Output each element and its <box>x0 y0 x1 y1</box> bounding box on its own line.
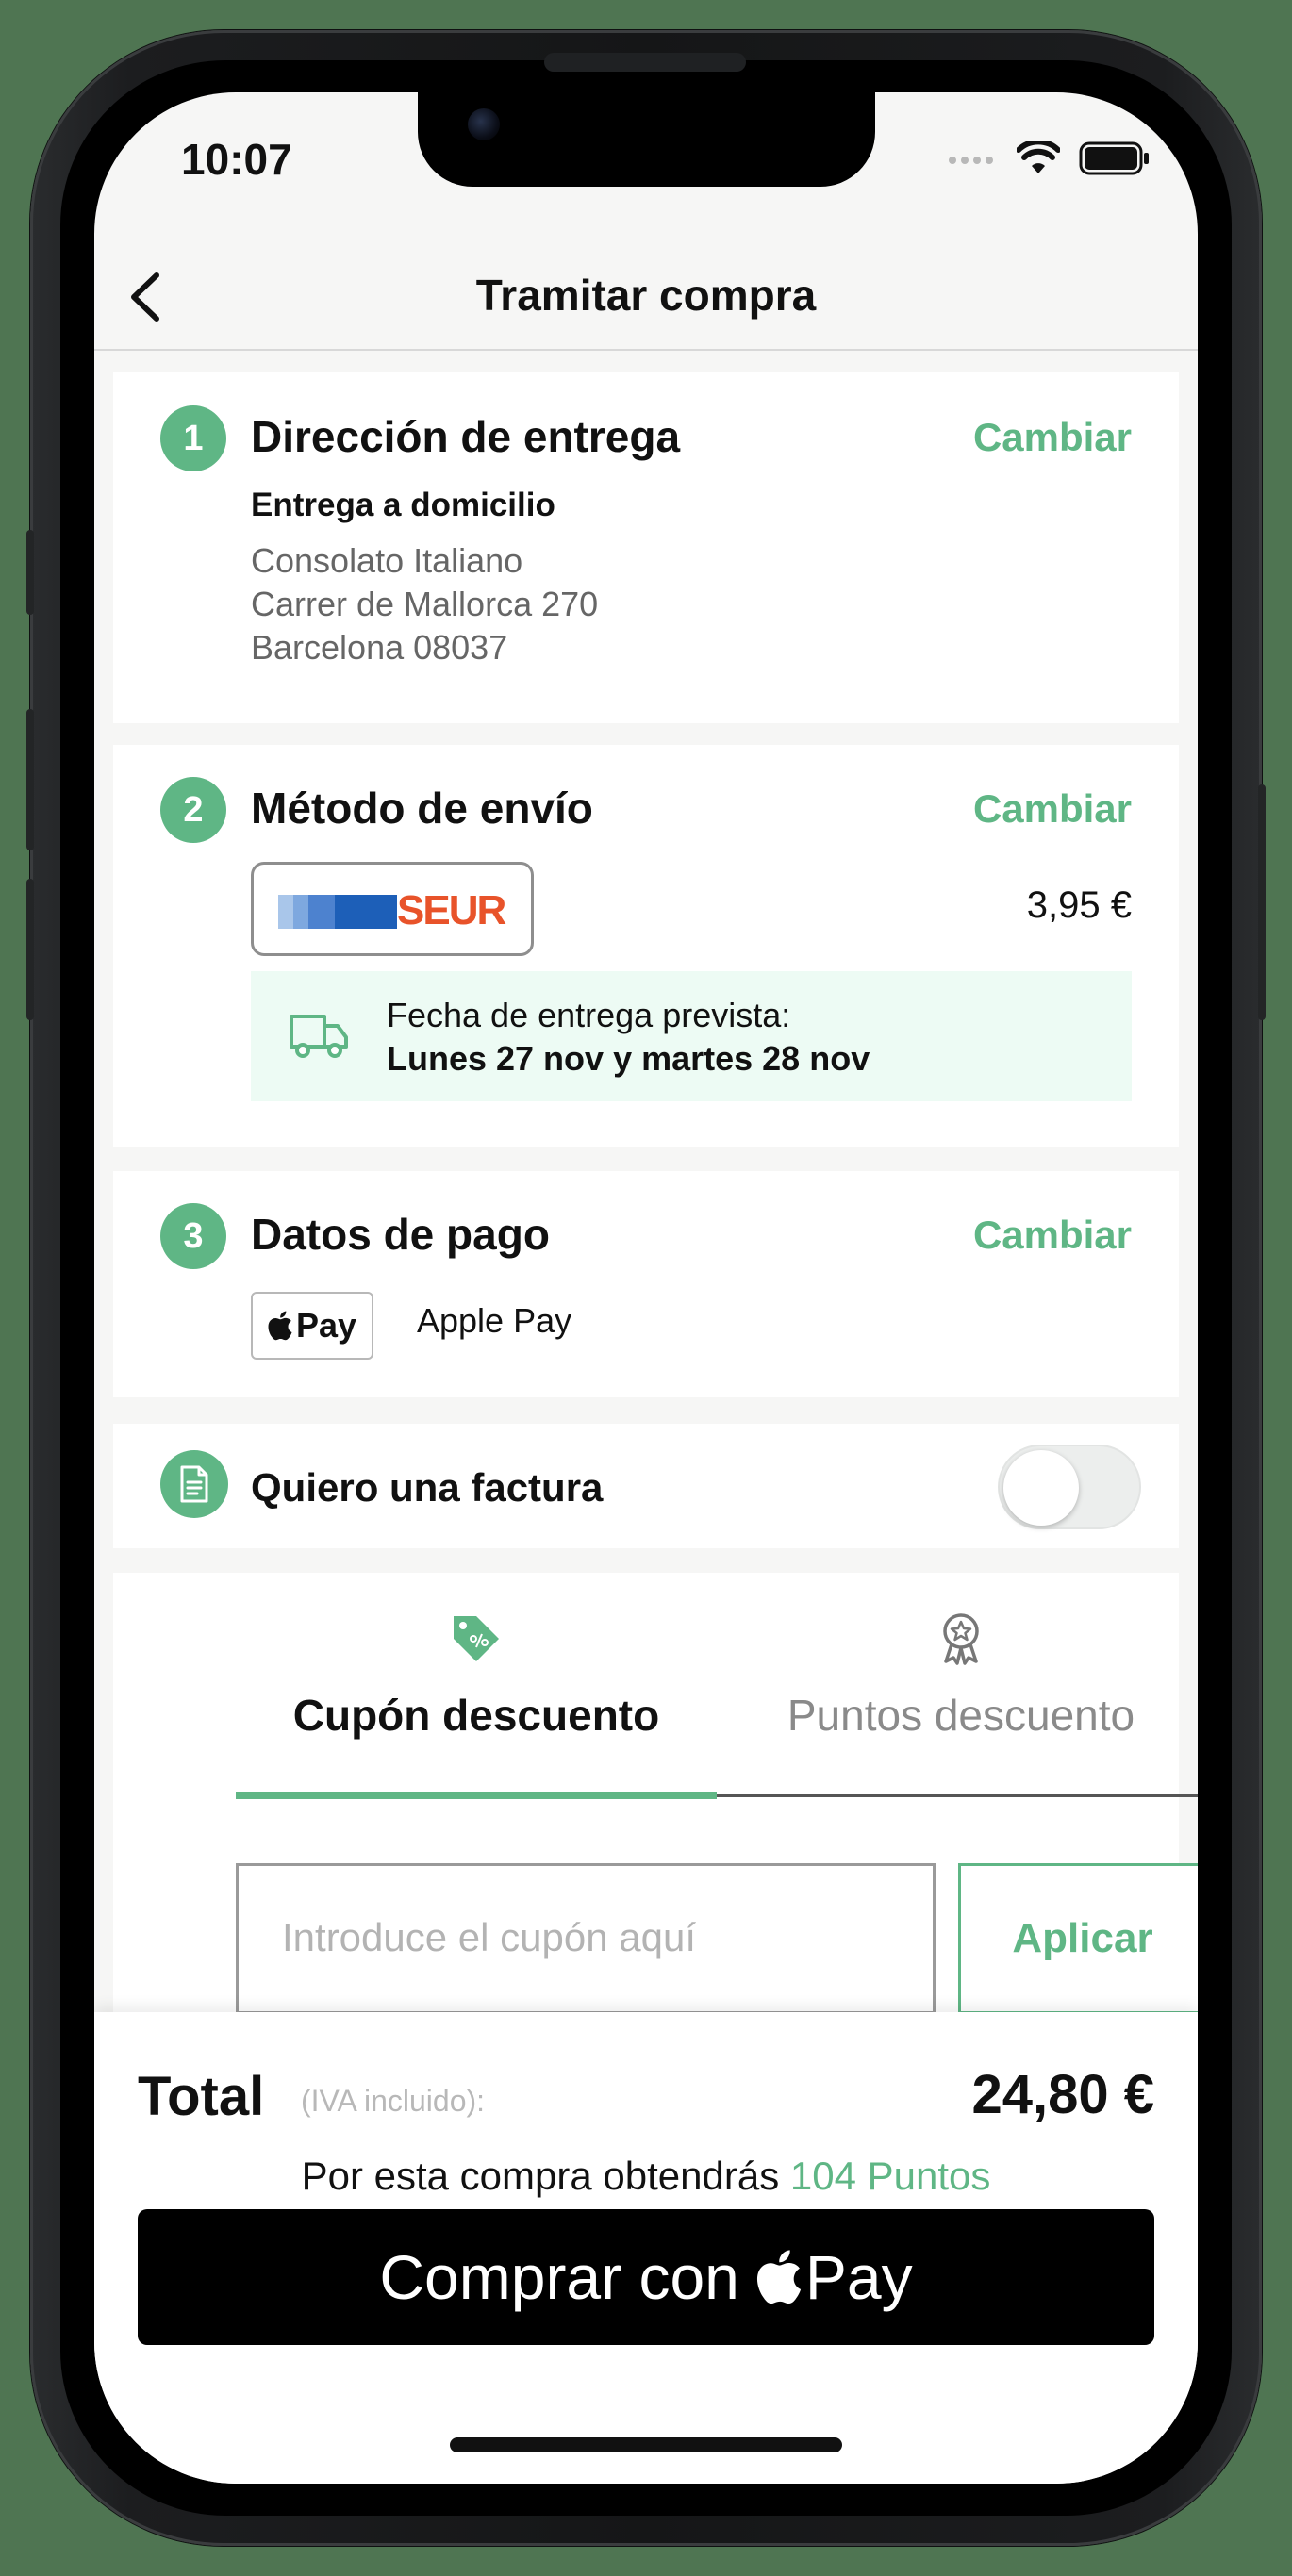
address-line: Barcelona 08037 <box>251 628 508 667</box>
coupon-input[interactable]: Introduce el cupón aquí <box>236 1863 936 2014</box>
battery-icon <box>1079 141 1149 175</box>
volume-down-button <box>26 879 34 1020</box>
total-label: Total <box>138 2066 265 2127</box>
apply-coupon-button[interactable]: Aplicar <box>958 1863 1198 2014</box>
invoice-card: Quiero una factura <box>113 1424 1179 1548</box>
payment-method-name: Apple Pay <box>417 1301 572 1340</box>
change-shipping-link[interactable]: Cambiar <box>973 786 1132 832</box>
change-address-link[interactable]: Cambiar <box>973 415 1132 460</box>
section-title: Datos de pago <box>251 1210 550 1259</box>
buy-with-apple-pay-button[interactable]: Comprar con Pay <box>138 2209 1154 2345</box>
section-title: Dirección de entrega <box>251 412 681 461</box>
tab-label: Cupón descuento <box>292 1691 660 1740</box>
active-tab-indicator <box>236 1792 717 1799</box>
invoice-toggle[interactable] <box>998 1445 1141 1529</box>
apple-logo-icon <box>268 1311 292 1341</box>
buy-button-label: Comprar con <box>379 2242 739 2312</box>
notch <box>418 92 875 187</box>
status-time: 10:07 <box>181 135 292 184</box>
tax-note: (IVA incluido): <box>301 2084 486 2118</box>
document-icon <box>160 1450 228 1518</box>
seur-logo-text: SEUR <box>397 887 506 933</box>
delivery-estimate-label: Fecha de entrega prevista: <box>387 996 791 1034</box>
delivery-estimate-dates: Lunes 27 nov y martes 28 nov <box>387 1039 870 1078</box>
delivery-estimate: Fecha de entrega prevista: Lunes 27 nov … <box>251 971 1132 1101</box>
discount-section: Cupón descuento Puntos descuento Introdu… <box>94 1573 1198 2063</box>
points-prefix: Por esta compra obtendrás <box>301 2154 780 2198</box>
tag-percent-icon <box>454 1616 499 1661</box>
address-line: Carrer de Mallorca 270 <box>251 585 599 623</box>
shipping-method-card: 2 Método de envío Cambiar SEUR 3,95 € Fe… <box>113 745 1179 1147</box>
seur-logo[interactable]: SEUR <box>251 862 534 956</box>
volume-up-button <box>26 709 34 850</box>
invoice-label: Quiero una factura <box>251 1465 604 1510</box>
screen: 10:07 Tramitar compra 1 Dirección de ent… <box>94 92 1198 2484</box>
tab-divider <box>717 1794 1198 1797</box>
cellular-signal-icon <box>949 157 993 164</box>
home-indicator <box>450 2437 842 2452</box>
power-button <box>1258 784 1266 1020</box>
delivery-address-card: 1 Dirección de entrega Cambiar Entrega a… <box>113 372 1179 723</box>
address-line: Consolato Italiano <box>251 541 523 580</box>
tab-points-discount[interactable]: Puntos descuento <box>717 1573 1198 1795</box>
tab-label: Puntos descuento <box>787 1691 1135 1740</box>
tab-coupon-discount[interactable]: Cupón descuento <box>236 1573 717 1795</box>
front-camera <box>468 108 500 140</box>
step-badge: 2 <box>160 777 226 843</box>
apple-pay-badge-text: Pay <box>295 1306 357 1345</box>
total-amount: 24,80 € <box>971 2064 1154 2125</box>
seur-logo-stripes <box>278 895 397 929</box>
shipping-price: 3,95 € <box>1026 884 1132 926</box>
page-title: Tramitar compra <box>475 271 817 320</box>
status-icons <box>947 141 1151 175</box>
speaker-grille <box>544 53 746 72</box>
payment-card: 3 Datos de pago Cambiar Pay Apple Pay <box>113 1171 1179 1397</box>
navigation-bar: Tramitar compra <box>94 243 1198 351</box>
delivery-type: Entrega a domicilio <box>251 487 555 523</box>
step-badge: 3 <box>160 1203 226 1269</box>
points-value: 104 Puntos <box>789 2154 991 2198</box>
apple-logo-icon <box>756 2250 801 2304</box>
wifi-icon <box>1017 141 1060 173</box>
buy-button-pay-text: Pay <box>804 2242 913 2312</box>
award-badge-icon <box>943 1613 979 1665</box>
change-payment-link[interactable]: Cambiar <box>973 1213 1132 1258</box>
mute-switch <box>26 530 34 615</box>
points-earned: Por esta compra obtendrás 104 Puntos <box>94 2154 1198 2199</box>
apple-pay-badge: Pay <box>251 1292 373 1360</box>
truck-icon <box>290 1015 348 1058</box>
step-badge: 1 <box>160 405 226 471</box>
section-title: Método de envío <box>251 784 593 833</box>
toggle-knob <box>1003 1450 1079 1526</box>
order-summary-footer: Total (IVA incluido): 24,80 € Por esta c… <box>94 2012 1198 2484</box>
